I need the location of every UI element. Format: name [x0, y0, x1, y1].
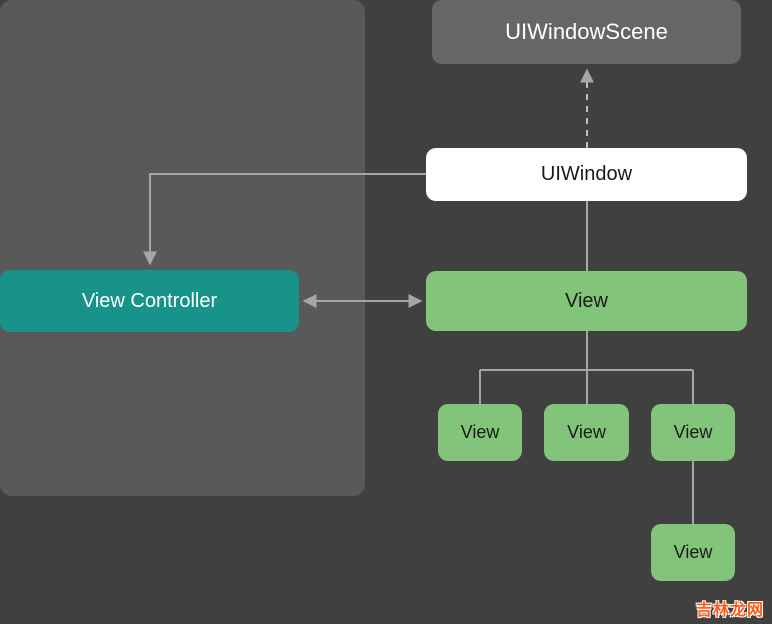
- uiwindow-label: UIWindow: [541, 163, 632, 186]
- child-view-3-label: View: [674, 422, 713, 443]
- view-controller-node: View Controller: [0, 270, 299, 332]
- child-view-1-label: View: [461, 422, 500, 443]
- root-view-node: View: [426, 271, 747, 331]
- leaf-view-node: View: [651, 524, 735, 581]
- child-view-2-label: View: [567, 422, 606, 443]
- child-view-2-node: View: [544, 404, 629, 461]
- uiwindow-scene-label: UIWindowScene: [505, 19, 668, 45]
- uiwindow-scene-node: UIWindowScene: [432, 0, 741, 64]
- container-panel: [0, 0, 365, 496]
- leaf-view-label: View: [674, 542, 713, 563]
- uiwindow-node: UIWindow: [426, 148, 747, 201]
- watermark: 吉林龙网: [696, 596, 764, 620]
- child-view-1-node: View: [438, 404, 522, 461]
- child-view-3-node: View: [651, 404, 735, 461]
- view-controller-label: View Controller: [82, 290, 217, 313]
- root-view-label: View: [565, 290, 608, 313]
- diagram-canvas: UIWindowScene UIWindow View View Control…: [0, 0, 772, 624]
